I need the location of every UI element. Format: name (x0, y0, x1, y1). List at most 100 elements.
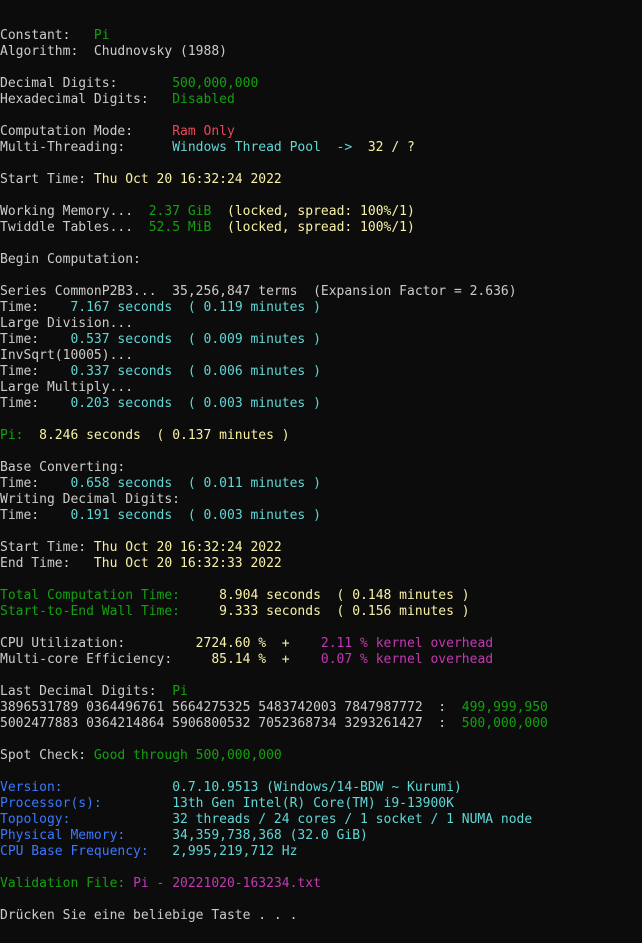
text-segment: Constant: (0, 28, 94, 43)
cpu-utilization-line: CPU Utilization: 2724.60 % + 2.11 % kern… (0, 636, 642, 652)
text-segment: Spot Check: (0, 748, 94, 763)
text-segment: Twiddle Tables... (0, 220, 149, 235)
text-segment: 32 / ? (367, 140, 415, 155)
text-segment: 2.37 GiB (148, 204, 212, 219)
text-segment: Time: (0, 396, 71, 411)
text-segment: Time: (0, 508, 71, 523)
text-segment: Drücken Sie eine beliebige Taste . . . (0, 908, 298, 923)
text-segment: CPU Utilization: (0, 636, 196, 651)
series-time-line: Time: 7.167 seconds ( 0.119 minutes ) (0, 300, 642, 316)
text-segment: Hexadecimal Digits: (0, 92, 173, 107)
text-segment: Pi (93, 28, 110, 43)
text-segment: 5002477883 0364214864 5906800532 7052368… (0, 716, 462, 731)
base-converting-line: Base Converting: (0, 460, 642, 476)
text-segment: Processor(s): (0, 796, 173, 811)
text-segment: 500,000,000 (461, 716, 548, 731)
text-segment: 0.658 seconds ( 0.011 minutes ) (70, 476, 321, 491)
text-segment: Algorithm: Chudnovsky (1988) (0, 44, 227, 59)
pi-time-line: Pi: 8.246 seconds ( 0.137 minutes ) (0, 428, 642, 444)
text-segment: 9.333 seconds ( 0.156 minutes ) (219, 604, 470, 619)
text-segment: 8.904 seconds ( 0.148 minutes ) (219, 588, 470, 603)
text-segment: 8.246 seconds ( 0.137 minutes ) (39, 428, 290, 443)
console-output: Constant: Pi Algorithm: Chudnovsky (1988)… (0, 28, 642, 924)
version-line: Version: 0.7.10.9513 (Windows/14-BDW ~ K… (0, 780, 642, 796)
text-segment: Topology: (0, 812, 173, 827)
cpu-base-frequency-line: CPU Base Frequency: 2,995,219,712 Hz (0, 844, 642, 860)
text-segment: 0.7.10.9513 (Windows/14-BDW ~ Kurumi) (172, 780, 462, 795)
total-computation-time-line: Total Computation Time: 8.904 seconds ( … (0, 588, 642, 604)
text-segment: InvSqrt(10005)... (0, 348, 134, 363)
text-segment: Computation Mode: (0, 124, 173, 139)
text-segment: 34,359,738,368 (32.0 GiB) (172, 828, 368, 843)
text-segment: Windows Thread Pool -> (172, 140, 368, 155)
text-segment: 500,000,000 (172, 76, 259, 91)
base-converting-time-line: Time: 0.658 seconds ( 0.011 minutes ) (0, 476, 642, 492)
multi-threading-line: Multi-Threading: Windows Thread Pool -> … (0, 140, 642, 156)
invsqrt-time-line: Time: 0.337 seconds ( 0.006 minutes ) (0, 364, 642, 380)
text-segment: Time: (0, 364, 71, 379)
physical-memory-line: Physical Memory: 34,359,738,368 (32.0 Gi… (0, 828, 642, 844)
text-segment: Ram Only (172, 124, 235, 139)
text-segment: Begin Computation: (0, 252, 141, 267)
text-segment: Start Time: (0, 540, 94, 555)
text-segment: 7.167 seconds ( 0.119 minutes ) (70, 300, 321, 315)
processor-line: Processor(s): 13th Gen Intel(R) Core(TM)… (0, 796, 642, 812)
text-segment: 0.337 seconds ( 0.006 minutes ) (70, 364, 321, 379)
text-segment: 0.07 % kernel overhead (320, 652, 494, 667)
algorithm-line: Algorithm: Chudnovsky (1988) (0, 44, 642, 60)
validation-file-line: Validation File: Pi - 20221020-163234.tx… (0, 876, 642, 892)
text-segment: (locked, spread: 100%/1) (211, 220, 415, 235)
text-segment: 2.11 % kernel overhead (320, 636, 494, 651)
text-segment: Thu Oct 20 16:32:33 2022 (93, 556, 282, 571)
text-segment: 52.5 MiB (148, 220, 212, 235)
text-segment: Validation File: (0, 876, 134, 891)
computation-mode-line: Computation Mode: Ram Only (0, 124, 642, 140)
text-segment: Thu Oct 20 16:32:24 2022 (93, 540, 282, 555)
text-segment: 2,995,219,712 Hz (172, 844, 298, 859)
large-division-line: Large Division... (0, 316, 642, 332)
text-segment: 499,999,950 (461, 700, 548, 715)
text-segment: Pi (172, 684, 188, 699)
text-segment: Physical Memory: (0, 828, 173, 843)
text-segment: Multi-Threading: (0, 140, 173, 155)
text-segment: Writing Decimal Digits: (0, 492, 181, 507)
text-segment: Working Memory... (0, 204, 149, 219)
digits-row-1: 3896531789 0364496761 5664275325 5483742… (0, 700, 642, 716)
text-segment: Base Converting: (0, 460, 126, 475)
text-segment: Series CommonP2B3... 35,256,847 terms (E… (0, 284, 517, 299)
text-segment: Start-to-End Wall Time: (0, 604, 220, 619)
begin-computation-line: Begin Computation: (0, 252, 642, 268)
text-segment: Disabled (172, 92, 235, 107)
text-segment: 32 threads / 24 cores / 1 socket / 1 NUM… (172, 812, 533, 827)
text-segment: 0.537 seconds ( 0.009 minutes ) (70, 332, 321, 347)
twiddle-tables-line: Twiddle Tables... 52.5 MiB (locked, spre… (0, 220, 642, 236)
decimal-digits-line: Decimal Digits: 500,000,000 (0, 76, 642, 92)
working-memory-line: Working Memory... 2.37 GiB (locked, spre… (0, 204, 642, 220)
text-segment: CPU Base Frequency: (0, 844, 173, 859)
text-segment: Good through 500,000,000 (93, 748, 282, 763)
text-segment: Large Division... (0, 316, 134, 331)
wall-time-line: Start-to-End Wall Time: 9.333 seconds ( … (0, 604, 642, 620)
text-segment: 3896531789 0364496761 5664275325 5483742… (0, 700, 462, 715)
writing-digits-time-line: Time: 0.191 seconds ( 0.003 minutes ) (0, 508, 642, 524)
press-any-key-line: Drücken Sie eine beliebige Taste . . . (0, 908, 642, 924)
text-segment: Thu Oct 20 16:32:24 2022 (93, 172, 282, 187)
text-segment: Time: (0, 476, 71, 491)
text-segment: Time: (0, 332, 71, 347)
text-segment: Version: (0, 780, 173, 795)
text-segment: Start Time: (0, 172, 94, 187)
